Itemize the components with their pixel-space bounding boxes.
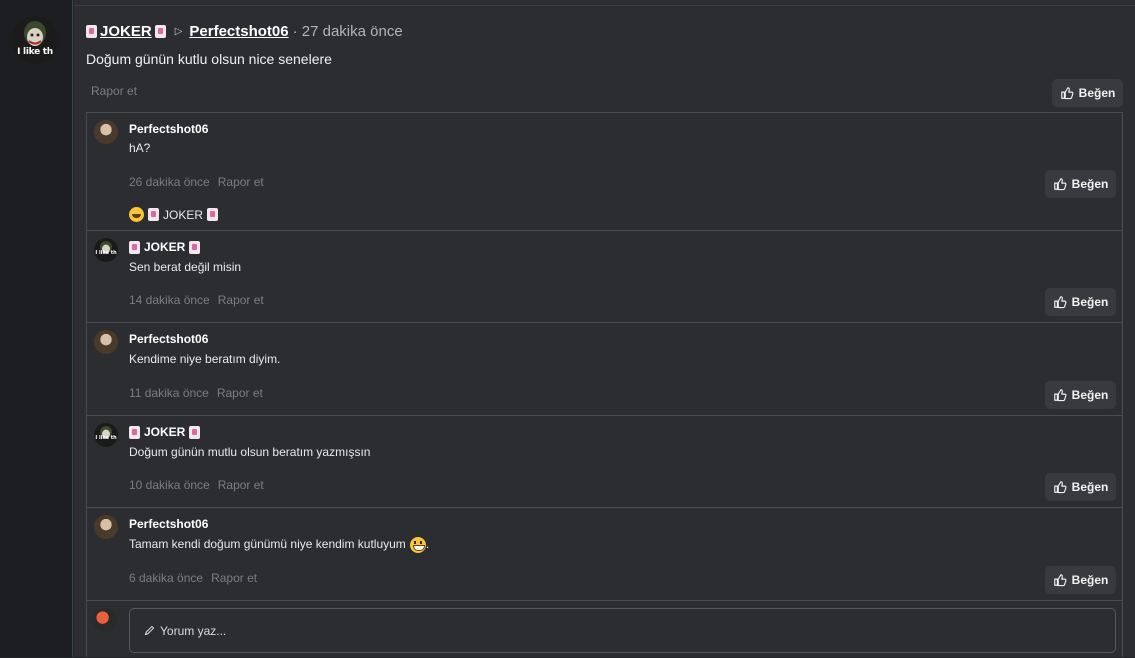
rofl-emoji-icon <box>129 207 144 222</box>
grinning-emoji-icon <box>409 537 426 553</box>
thumbs-up-icon <box>1053 178 1067 191</box>
reply-time: 26 dakika önce <box>129 175 210 189</box>
reply-author[interactable]: Perfectshot06 <box>129 332 208 346</box>
reply-author[interactable]: Perfectshot06 <box>129 517 208 531</box>
like-label: Beğen <box>1078 86 1116 100</box>
reaction-user: JOKER <box>163 207 204 222</box>
pencil-icon <box>144 625 155 636</box>
reaction-row[interactable]: JOKER <box>129 207 219 222</box>
like-label: Beğen <box>1071 295 1109 309</box>
like-label: Beğen <box>1071 480 1109 494</box>
left-rail: I like th <box>0 0 73 657</box>
reply-item: Perfectshot06 Tamam kendi doğum günümü n… <box>87 508 1122 601</box>
like-label: Beğen <box>1071 573 1109 587</box>
card-emoji-icon <box>207 208 219 221</box>
thumbs-up-icon <box>1060 87 1074 100</box>
comment-placeholder: Yorum yaz... <box>160 623 227 638</box>
report-link[interactable]: Rapor et <box>218 175 264 189</box>
card-emoji-icon <box>154 24 166 38</box>
avatar[interactable] <box>94 120 118 144</box>
reply-item: Perfectshot06 hA? 26 dakika önce Rapor et… <box>87 113 1122 231</box>
card-emoji-icon <box>86 24 97 38</box>
like-button[interactable]: Beğen <box>1045 566 1116 594</box>
reply-meta: 11 dakika önce Rapor et <box>129 386 263 400</box>
report-link[interactable]: Rapor et <box>218 478 264 492</box>
reply-item: Perfectshot06 Kendime niye beratım diyim… <box>87 323 1122 416</box>
avatar[interactable]: I like th <box>94 423 118 447</box>
like-label: Beğen <box>1071 388 1109 402</box>
reply-item: I like th JOKER Doğum günün mutlu olsun … <box>87 416 1122 508</box>
reply-meta: 6 dakika önce Rapor et <box>129 571 257 585</box>
card-emoji-icon <box>148 208 159 221</box>
comment-input[interactable]: Yorum yaz... <box>129 608 1116 653</box>
report-link[interactable]: Rapor et <box>211 571 257 585</box>
reply-to-link[interactable]: Perfectshot06 <box>189 23 288 40</box>
like-button[interactable]: Beğen <box>1045 170 1116 198</box>
reply-text: Tamam kendi doğum günümü niye kendim kut… <box>129 537 430 553</box>
like-button[interactable]: Beğen <box>1045 381 1116 409</box>
avatar-caption: I like th <box>95 250 117 256</box>
reply-text: Sen berat değil misin <box>129 260 242 274</box>
comment-composer: Yorum yaz... <box>87 601 1122 658</box>
card-emoji-icon <box>129 425 140 439</box>
reply-time: 14 dakika önce <box>129 293 210 307</box>
report-link[interactable]: Rapor et <box>91 84 137 98</box>
report-link[interactable]: Rapor et <box>217 386 263 400</box>
reply-time: 10 dakika önce <box>129 478 210 492</box>
current-user-avatar <box>93 608 117 632</box>
avatar[interactable] <box>94 515 118 539</box>
replies-list: Perfectshot06 hA? 26 dakika önce Rapor et… <box>86 112 1123 657</box>
reply-time: 6 dakika önce <box>129 571 204 585</box>
like-label: Beğen <box>1071 177 1109 191</box>
reply-text: Doğum günün mutlu olsun beratım yazmışsı… <box>129 445 371 459</box>
main-post-avatar[interactable]: I like th <box>11 16 59 64</box>
divider <box>74 5 1135 6</box>
like-button[interactable]: Beğen <box>1045 473 1116 501</box>
like-button[interactable]: Beğen <box>1045 288 1116 316</box>
caret-right-icon: ▷ <box>174 25 183 37</box>
thumbs-up-icon <box>1053 389 1067 402</box>
card-emoji-icon <box>129 240 140 254</box>
reply-meta: 14 dakika önce Rapor et <box>129 293 264 307</box>
reply-text: Kendime niye beratım diyim. <box>129 352 281 366</box>
reply-author[interactable]: Perfectshot06 <box>129 122 208 136</box>
avatar[interactable] <box>94 330 118 354</box>
thumbs-up-icon <box>1053 574 1067 587</box>
reply-meta: 26 dakika önce Rapor et <box>129 175 264 189</box>
avatar[interactable]: I like th <box>94 238 118 262</box>
card-emoji-icon <box>189 425 201 439</box>
card-emoji-icon <box>189 240 201 254</box>
avatar-caption: I like th <box>95 435 117 441</box>
reply-text: hA? <box>129 141 151 155</box>
post-time: · 27 dakika önce <box>292 22 403 40</box>
main-post-text: Doğum günün kutlu olsun nice senelere <box>86 51 332 67</box>
reply-time: 11 dakika önce <box>129 386 209 400</box>
thumbs-up-icon <box>1053 481 1067 494</box>
reply-item: I like th JOKER Sen berat değil misin 14… <box>87 231 1122 323</box>
report-link[interactable]: Rapor et <box>218 293 264 307</box>
main-post-header: JOKER ▷ Perfectshot06 · 27 dakika önce <box>86 22 403 40</box>
author-link[interactable]: JOKER <box>100 23 152 40</box>
reply-author[interactable]: JOKER <box>129 240 201 254</box>
avatar-caption: I like th <box>17 47 53 57</box>
thumbs-up-icon <box>1053 296 1067 309</box>
like-button[interactable]: Beğen <box>1052 79 1123 107</box>
reply-author[interactable]: JOKER <box>129 425 201 439</box>
reply-meta: 10 dakika önce Rapor et <box>129 478 264 492</box>
